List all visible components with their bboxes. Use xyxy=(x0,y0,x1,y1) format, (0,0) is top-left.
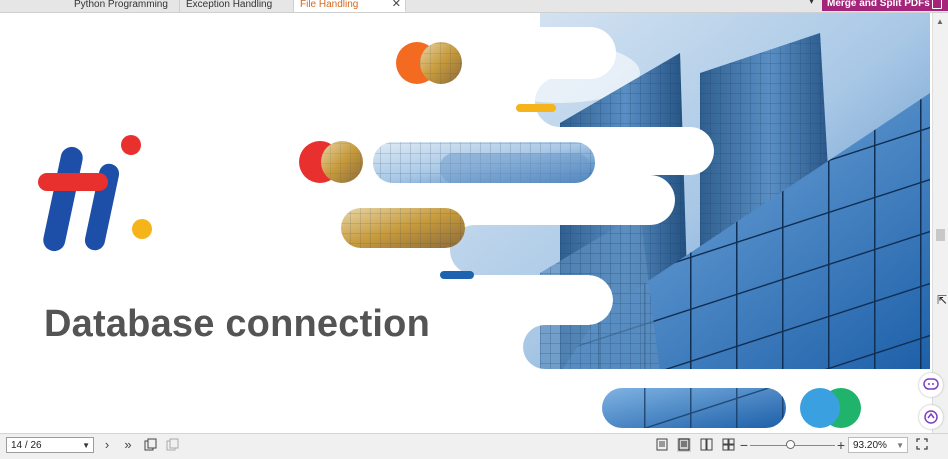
slide-title: Database connection xyxy=(44,303,431,345)
zoom-in-icon[interactable]: + xyxy=(834,438,848,452)
merge-button-label: Merge and Split PDFs xyxy=(827,0,930,9)
scroll-thumb[interactable] xyxy=(936,229,945,241)
continuous-view-icon[interactable] xyxy=(677,438,691,452)
next-page-icon[interactable]: › xyxy=(100,438,114,452)
chevron-down-icon[interactable]: ▼ xyxy=(896,438,904,454)
scroll-up-icon[interactable]: ▲ xyxy=(936,17,944,26)
tab-label: Python Programming xyxy=(74,0,168,10)
tab-label: Exception Handling xyxy=(186,0,273,10)
page-number-field[interactable]: 14 / 26 ▼ xyxy=(6,437,94,453)
mouse-cursor-icon: ⇱ xyxy=(937,293,948,307)
status-bar: 14 / 26 ▼ › » − + 93.20% ▼ xyxy=(0,433,948,459)
two-page-continuous-icon[interactable] xyxy=(721,438,735,452)
fullscreen-icon[interactable] xyxy=(915,438,929,452)
chevron-down-icon[interactable]: ▾ xyxy=(809,0,814,7)
last-page-icon[interactable]: » xyxy=(121,438,135,452)
tab-file-handling[interactable]: File Handling ✕ xyxy=(294,0,406,12)
tab-exception-handling[interactable]: Exception Handling xyxy=(180,0,294,12)
hi-logo xyxy=(38,135,152,252)
ai-assistant-icon xyxy=(924,410,938,424)
chat-icon xyxy=(923,378,939,390)
tab-label: File Handling xyxy=(300,0,359,10)
chat-button[interactable] xyxy=(919,373,943,397)
slide-artwork xyxy=(38,13,930,428)
chevron-down-icon[interactable]: ▼ xyxy=(82,438,90,454)
merge-icon xyxy=(932,0,942,9)
close-tab-icon[interactable]: ✕ xyxy=(392,0,401,12)
rotate-icon[interactable] xyxy=(143,438,157,452)
vertical-scrollbar[interactable]: ▲ xyxy=(932,13,948,433)
zoom-slider-handle[interactable] xyxy=(786,440,795,449)
zoom-out-icon[interactable]: − xyxy=(737,438,751,452)
two-page-view-icon[interactable] xyxy=(699,438,713,452)
zoom-level-field[interactable]: 93.20% ▼ xyxy=(848,437,908,453)
page-indicator: 14 / 26 xyxy=(11,440,42,451)
slide-page: Database connection xyxy=(0,13,930,433)
ai-assistant-button[interactable] xyxy=(919,405,943,429)
zoom-value: 93.20% xyxy=(853,440,887,451)
merge-split-pdfs-button[interactable]: Merge and Split PDFs xyxy=(822,0,948,11)
single-page-view-icon[interactable] xyxy=(655,438,669,452)
tab-bar: Python Programming Exception Handling Fi… xyxy=(0,0,948,13)
extract-icon[interactable] xyxy=(165,438,179,452)
tab-python-programming[interactable]: Python Programming xyxy=(68,0,180,12)
